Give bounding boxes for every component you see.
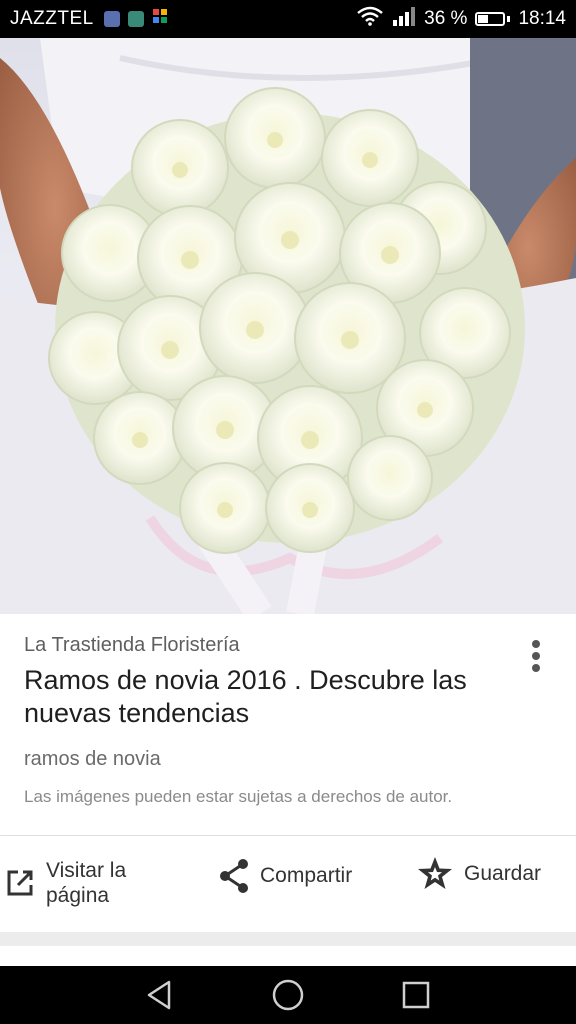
next-result-edge xyxy=(0,946,576,966)
bouquet-photo xyxy=(0,38,576,614)
battery-percent: 36 % xyxy=(424,8,468,29)
result-title[interactable]: Ramos de novia 2016 . Descubre las nueva… xyxy=(24,664,514,730)
back-icon xyxy=(147,980,171,1010)
home-button[interactable] xyxy=(271,978,305,1012)
share-button[interactable]: Compartir xyxy=(218,858,352,894)
action-bar: Visitar la página Compartir Guardar xyxy=(0,836,576,932)
home-icon xyxy=(272,979,304,1011)
status-right: 36 % 18:14 xyxy=(356,6,566,32)
status-bar: JAZZTEL 36 % 18:14 xyxy=(0,0,576,38)
recents-button[interactable] xyxy=(399,978,433,1012)
open-in-new-icon xyxy=(7,870,33,896)
copyright-notice: Las imágenes pueden estar sujetas a dere… xyxy=(24,787,453,806)
recents-icon xyxy=(402,981,430,1009)
battery-tip xyxy=(507,16,511,22)
result-subtitle: ramos de novia xyxy=(24,748,161,770)
battery-level xyxy=(478,15,488,23)
save-button[interactable]: Guardar xyxy=(416,856,541,892)
carrier-name: JAZZTEL xyxy=(10,8,94,29)
gallery-icon xyxy=(127,11,144,27)
signal-icon xyxy=(392,6,416,32)
more-vert-icon xyxy=(532,640,540,672)
visit-page-label: Visitar la página xyxy=(46,859,127,907)
navigation-bar xyxy=(0,966,576,1024)
battery-icon xyxy=(475,12,506,26)
notification-app-icon xyxy=(103,11,120,27)
more-options-button[interactable] xyxy=(520,636,552,676)
star-icon xyxy=(418,857,452,889)
visit-page-button[interactable]: Visitar la página xyxy=(4,858,166,908)
notification-icons xyxy=(103,8,168,30)
result-image[interactable] xyxy=(0,38,576,614)
clock: 18:14 xyxy=(518,8,566,29)
back-button[interactable] xyxy=(143,978,177,1012)
play-store-icon xyxy=(152,8,168,30)
source-name[interactable]: La Trastienda Floristería xyxy=(24,634,240,657)
share-icon xyxy=(220,859,248,893)
save-label: Guardar xyxy=(464,862,542,885)
result-info-card: La Trastienda Floristería Ramos de novia… xyxy=(0,614,576,836)
share-label: Compartir xyxy=(260,864,353,887)
wifi-icon xyxy=(356,6,384,32)
